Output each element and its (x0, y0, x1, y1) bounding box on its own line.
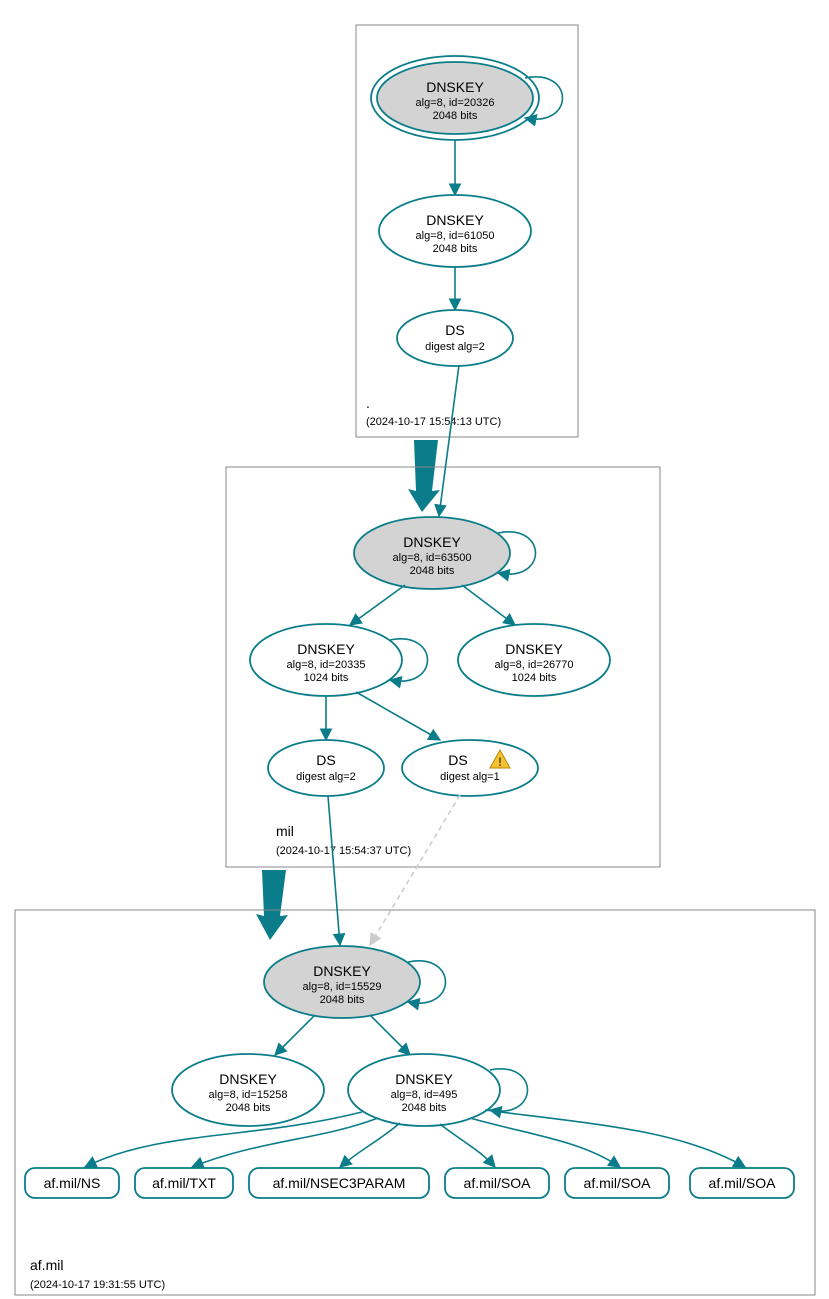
edge-milksk-zsk2 (462, 585, 515, 625)
node-af-ksk-title: DNSKEY (313, 963, 371, 979)
node-mil-zsk2[interactable]: DNSKEY alg=8, id=26770 1024 bits (458, 624, 610, 696)
node-mil-zsk2-l3: 1024 bits (512, 672, 557, 684)
node-af-ksk-l3: 2048 bits (320, 994, 365, 1006)
node-mil-ds1-title: DS (316, 752, 335, 768)
zone-afmil-timestamp: (2024-10-17 19:31:55 UTC) (30, 1279, 165, 1291)
node-root-ksk[interactable]: DNSKEY alg=8, id=20326 2048 bits (371, 56, 539, 140)
node-mil-ksk-l2: alg=8, id=63500 (393, 552, 472, 564)
rrset-af-ns[interactable]: af.mil/NS (25, 1168, 119, 1198)
node-mil-ds2[interactable]: DS digest alg=1 ! (402, 740, 538, 796)
node-mil-ksk-title: DNSKEY (403, 534, 461, 550)
node-af-ksk[interactable]: DNSKEY alg=8, id=15529 2048 bits (264, 946, 420, 1018)
edge-milksk-zsk1 (350, 585, 405, 625)
edge-afzsk2-r4 (440, 1124, 495, 1167)
rrset-r3-label: af.mil/NSEC3PARAM (273, 1175, 406, 1191)
node-mil-zsk1[interactable]: DNSKEY alg=8, id=20335 1024 bits (250, 624, 402, 696)
node-af-zsk2-l2: alg=8, id=495 (391, 1089, 458, 1101)
zone-arrow-root-to-mil (408, 440, 440, 512)
rrset-af-soa-3[interactable]: af.mil/SOA (690, 1168, 794, 1198)
node-root-ds-title: DS (445, 322, 464, 338)
svg-text:!: ! (498, 755, 502, 769)
edge-milds1-afksk (328, 796, 340, 945)
zone-arrow-mil-to-afmil (256, 870, 288, 940)
edge-afksk-zsk1 (275, 1015, 315, 1055)
node-mil-zsk1-l3: 1024 bits (304, 672, 349, 684)
rrset-af-nsec3param[interactable]: af.mil/NSEC3PARAM (249, 1168, 429, 1198)
zone-root-timestamp: (2024-10-17 15:54:13 UTC) (366, 416, 501, 428)
node-mil-ds2-title: DS (448, 752, 467, 768)
edge-afzsk2-r6 (485, 1110, 745, 1167)
dnssec-chain-diagram: . (2024-10-17 15:54:13 UTC) DNSKEY alg=8… (0, 0, 829, 1299)
zone-root-label: . (366, 395, 370, 411)
node-mil-ksk[interactable]: DNSKEY alg=8, id=63500 2048 bits (354, 517, 510, 589)
node-af-zsk2-title: DNSKEY (395, 1071, 453, 1087)
node-root-ds[interactable]: DS digest alg=2 (397, 310, 513, 366)
rrset-r5-label: af.mil/SOA (584, 1175, 652, 1191)
rrset-af-soa-1[interactable]: af.mil/SOA (445, 1168, 549, 1198)
node-root-zsk-l3: 2048 bits (433, 243, 478, 255)
node-mil-ds2-l2: digest alg=1 (440, 771, 500, 783)
edge-afzsk2-r3 (340, 1123, 400, 1167)
edge-milzsk1-ds2 (356, 692, 440, 740)
node-af-zsk1[interactable]: DNSKEY alg=8, id=15258 2048 bits (172, 1054, 324, 1126)
node-root-zsk-l2: alg=8, id=61050 (416, 230, 495, 242)
node-root-ksk-title: DNSKEY (426, 79, 484, 95)
node-root-ds-l2: digest alg=2 (425, 341, 485, 353)
rrset-r4-label: af.mil/SOA (464, 1175, 532, 1191)
node-mil-ds1-l2: digest alg=2 (296, 771, 356, 783)
zone-afmil-label: af.mil (30, 1257, 63, 1273)
node-mil-zsk2-l2: alg=8, id=26770 (495, 659, 574, 671)
node-mil-zsk1-title: DNSKEY (297, 641, 355, 657)
rrset-r1-label: af.mil/NS (44, 1175, 101, 1191)
node-af-ksk-l2: alg=8, id=15529 (303, 981, 382, 993)
rrset-af-soa-2[interactable]: af.mil/SOA (565, 1168, 669, 1198)
edge-milds2-afksk (370, 795, 460, 945)
rrset-af-txt[interactable]: af.mil/TXT (135, 1168, 233, 1198)
node-root-ksk-l3: 2048 bits (433, 110, 478, 122)
zone-mil-label: mil (276, 823, 294, 839)
zone-mil-timestamp: (2024-10-17 15:54:37 UTC) (276, 845, 411, 857)
node-mil-ds1[interactable]: DS digest alg=2 (268, 740, 384, 796)
edge-afksk-zsk2 (370, 1015, 410, 1055)
node-mil-ksk-l3: 2048 bits (410, 565, 455, 577)
node-af-zsk1-l2: alg=8, id=15258 (209, 1089, 288, 1101)
node-root-zsk[interactable]: DNSKEY alg=8, id=61050 2048 bits (379, 195, 531, 267)
node-af-zsk1-l3: 2048 bits (226, 1102, 271, 1114)
node-mil-zsk2-title: DNSKEY (505, 641, 563, 657)
rrset-r2-label: af.mil/TXT (152, 1175, 216, 1191)
rrset-r6-label: af.mil/SOA (709, 1175, 777, 1191)
edge-rootds-milksk (439, 365, 459, 516)
node-root-zsk-title: DNSKEY (426, 212, 484, 228)
node-af-zsk2[interactable]: DNSKEY alg=8, id=495 2048 bits (348, 1054, 500, 1126)
node-af-zsk1-title: DNSKEY (219, 1071, 277, 1087)
node-af-zsk2-l3: 2048 bits (402, 1102, 447, 1114)
node-mil-zsk1-l2: alg=8, id=20335 (287, 659, 366, 671)
node-root-ksk-l2: alg=8, id=20326 (416, 97, 495, 109)
